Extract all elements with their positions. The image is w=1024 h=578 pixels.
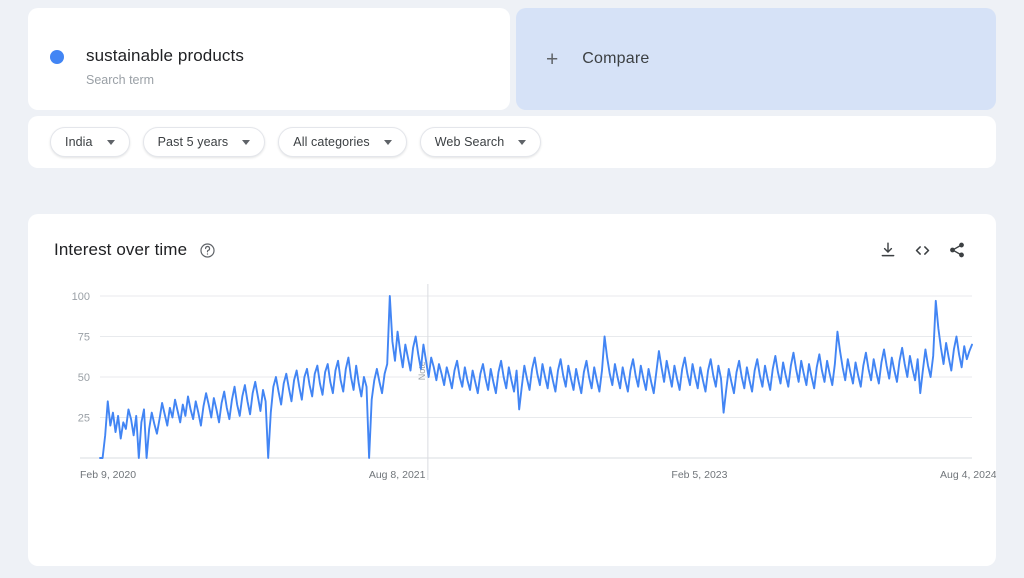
interest-over-time-card: Interest over time 25 50 75 100 Note Feb… <box>28 214 996 566</box>
chart-header: Interest over time <box>28 214 996 260</box>
chart-title-wrap: Interest over time <box>54 240 216 260</box>
page-title: Interest over time <box>54 240 188 259</box>
google-trends-page: sustainable products Search term + Compa… <box>0 0 1024 578</box>
filter-time[interactable]: Past 5 years <box>142 127 266 157</box>
x-axis-tick-label: Feb 9, 2020 <box>80 469 136 481</box>
filter-search-type-label: Web Search <box>434 135 505 149</box>
filter-category-label: All categories <box>293 135 370 149</box>
term-row: sustainable products Search term + Compa… <box>28 8 996 110</box>
filter-region[interactable]: India <box>50 127 130 157</box>
help-circle-icon[interactable] <box>199 242 216 259</box>
filter-bar: India Past 5 years All categories Web Se… <box>28 116 996 168</box>
chevron-down-icon <box>383 139 392 145</box>
x-axis-tick-label: Feb 5, 2023 <box>671 469 727 481</box>
filter-region-label: India <box>65 135 93 149</box>
y-axis-tick-label: 75 <box>78 332 90 344</box>
interest-over-time-chart[interactable]: 25 50 75 100 Note Feb 9, 2020 Aug 8, 2021 Feb 5… <box>28 278 996 528</box>
search-term-type: Search term <box>86 73 155 87</box>
download-icon[interactable] <box>879 241 897 259</box>
chevron-down-icon <box>242 139 251 145</box>
x-axis-tick-label: Aug 4, 2024 <box>940 469 996 481</box>
series-color-dot <box>50 50 64 64</box>
chevron-down-icon <box>106 139 115 145</box>
y-axis-tick-label: 50 <box>78 372 90 384</box>
compare-label: Compare <box>582 50 650 67</box>
chevron-down-icon <box>518 139 527 145</box>
compare-button[interactable]: + Compare <box>516 8 996 110</box>
filter-search-type[interactable]: Web Search <box>419 127 542 157</box>
search-term-card[interactable]: sustainable products Search term <box>28 8 510 110</box>
query-and-filters: sustainable products Search term + Compa… <box>28 8 996 183</box>
y-axis-tick-label: 25 <box>78 413 90 425</box>
share-icon[interactable] <box>948 241 966 259</box>
search-term-label: sustainable products <box>86 46 244 65</box>
filter-time-label: Past 5 years <box>157 135 229 149</box>
embed-icon[interactable] <box>913 241 932 260</box>
y-axis-tick-label: 100 <box>72 291 90 303</box>
search-term-text: sustainable products Search term <box>86 46 244 87</box>
chart-svg: 255075100NoteFeb 9, 2020 Aug 8, 2021 Feb 5… <box>72 284 996 481</box>
chart-actions <box>879 241 966 260</box>
filter-category[interactable]: All categories <box>278 127 407 157</box>
x-axis-tick-label: Aug 8, 2021 <box>369 469 426 481</box>
plus-icon: + <box>546 47 559 71</box>
